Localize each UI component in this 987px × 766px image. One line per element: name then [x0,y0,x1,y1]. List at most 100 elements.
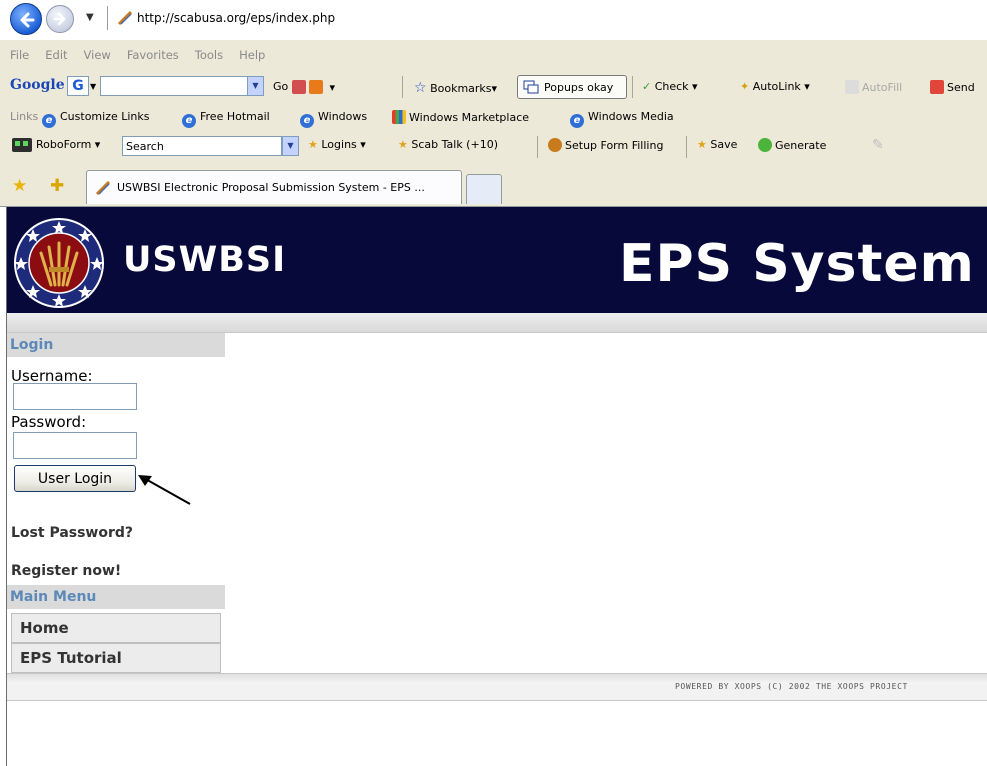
favorites-star-icon[interactable]: ★ [12,176,27,196]
generate-icon [758,138,772,152]
star-icon: ★ [697,138,707,151]
generate-label: Generate [775,139,827,152]
check-label: Check [654,80,689,93]
menu-item-eps-tutorial[interactable]: EPS Tutorial [11,643,221,673]
footer-powered-by: POWERED BY XOOPS (C) 2002 THE XOOPS PROJ… [675,682,908,691]
menu-file[interactable]: File [10,48,29,62]
password-input[interactable] [13,432,137,459]
system-title: EPS System [619,234,975,294]
password-label: Password: [11,413,87,431]
menu-favorites[interactable]: Favorites [127,48,179,62]
menu-bar: File Edit View Favorites Tools Help [0,48,271,70]
pen-icon[interactable]: ✎ [872,137,884,153]
register-now-link[interactable]: Register now! [11,563,121,579]
roboform-label: RoboForm [36,138,92,151]
autolink-button[interactable]: ✦ AutoLink ▾ [740,80,810,93]
roboform-search-input[interactable]: Search [122,136,282,156]
popup-window-icon [523,80,539,94]
send-label: Send [947,81,975,94]
send-button[interactable]: Send [930,80,975,94]
menu-view[interactable]: View [84,48,111,62]
save-button[interactable]: ★ Save [697,138,737,151]
tab-bar: ★ ✚ USWBSI Electronic Proposal Submissio… [0,166,987,207]
scab-talk-button[interactable]: ★ Scab Talk (+10) [398,138,498,151]
google-logo: Google [10,77,65,93]
toolbar-separator [537,136,538,158]
spellcheck-button[interactable]: ✓ Check ▾ [642,80,698,93]
user-login-button[interactable]: User Login [14,465,136,492]
link-windows-marketplace[interactable]: Windows Marketplace [392,110,529,124]
address-row: ▼ http://scabusa.org/eps/index.php [0,0,987,40]
lost-password-link[interactable]: Lost Password? [11,525,133,541]
setup-label: Setup Form Filling [565,139,664,152]
autofill-icon [845,80,859,94]
new-tab-button[interactable] [466,174,502,204]
menu-help[interactable]: Help [239,48,265,62]
roboform-icon [12,138,32,152]
links-bar: Links e Customize Links e Free Hotmail e Wi… [0,106,987,128]
autolink-label: AutoLink [752,80,801,93]
windows-flag-icon [392,110,406,124]
browser-chrome: ▼ http://scabusa.org/eps/index.php File E… [0,0,987,207]
scab-talk-label: Scab Talk (+10) [411,138,498,151]
google-toolbar: Google G ▼ ▼ Go ▾ ☆ Bookmarks▾ Popups ok… [0,72,987,102]
link-windows[interactable]: e Windows [300,110,367,128]
google-go-button[interactable]: Go [273,80,288,93]
link-windows-media[interactable]: e Windows Media [570,110,674,128]
popups-button[interactable]: Popups okay [517,75,627,99]
link-label: Windows [318,110,368,123]
google-search-dropdown-icon[interactable]: ▼ [247,76,264,96]
roboform-toolbar: RoboForm ▾ Search ▼ ★ Logins ▾ ★ Scab Ta… [0,132,987,160]
username-input[interactable] [13,383,137,410]
uswbsi-seal-logo [14,218,104,308]
ie-icon: e [42,114,56,128]
user-icon [548,138,562,152]
back-button[interactable] [10,3,42,35]
menu-item-home[interactable]: Home [11,613,221,643]
send-icon [930,80,944,94]
google-tools-icons[interactable]: ▾ [292,80,335,94]
bookmarks-label: Bookmarks [430,82,492,95]
tab-active[interactable]: USWBSI Electronic Proposal Submission Sy… [86,170,462,204]
star-outline-icon: ☆ [414,80,427,96]
site-favicon-icon [117,10,133,26]
blogger-icon [309,80,323,94]
arrow-left-icon [20,12,35,28]
autofill-label: AutoFill [862,81,903,94]
forward-button[interactable] [46,5,74,33]
address-url[interactable]: http://scabusa.org/eps/index.php [137,11,335,25]
link-free-hotmail[interactable]: e Free Hotmail [182,110,270,128]
autofill-button[interactable]: AutoFill [845,80,902,94]
google-search-input[interactable] [100,76,248,96]
history-dropdown-icon[interactable]: ▼ [86,12,94,23]
site-brand: USWBSI [123,240,287,280]
address-separator [107,6,108,30]
bookmarks-button[interactable]: ☆ Bookmarks▾ [414,80,497,96]
add-favorites-icon[interactable]: ✚ [50,176,64,196]
link-customize-links[interactable]: e Customize Links [42,110,150,128]
link-label: Customize Links [60,110,150,123]
link-label: Windows Media [588,110,674,123]
star-icon: ★ [398,138,408,151]
setup-form-filling-button[interactable]: Setup Form Filling [548,138,663,152]
generate-button[interactable]: Generate [758,138,826,152]
logins-label: Logins [321,138,357,151]
logins-button[interactable]: ★ Logins ▾ [308,138,366,151]
roboform-search-dropdown-icon[interactable]: ▼ [282,136,299,156]
spellcheck-icon: ✓ [642,80,652,93]
star-icon: ★ [308,138,318,151]
link-label: Free Hotmail [200,110,270,123]
google-g-button[interactable]: G [67,76,89,96]
ie-icon: e [182,114,196,128]
login-block-title: Login [7,333,225,357]
roboform-menu[interactable]: RoboForm ▾ [36,138,100,151]
main-menu-title: Main Menu [7,585,225,609]
menu-edit[interactable]: Edit [45,48,67,62]
google-caret-icon[interactable]: ▼ [90,82,96,91]
ie-icon: e [300,114,314,128]
menu-tools[interactable]: Tools [195,48,223,62]
magic-wand-icon: ✦ [740,80,750,93]
tab-title: USWBSI Electronic Proposal Submission Sy… [117,181,425,194]
arrow-right-icon [53,12,66,26]
site-header: USWBSI EPS System [7,207,987,313]
